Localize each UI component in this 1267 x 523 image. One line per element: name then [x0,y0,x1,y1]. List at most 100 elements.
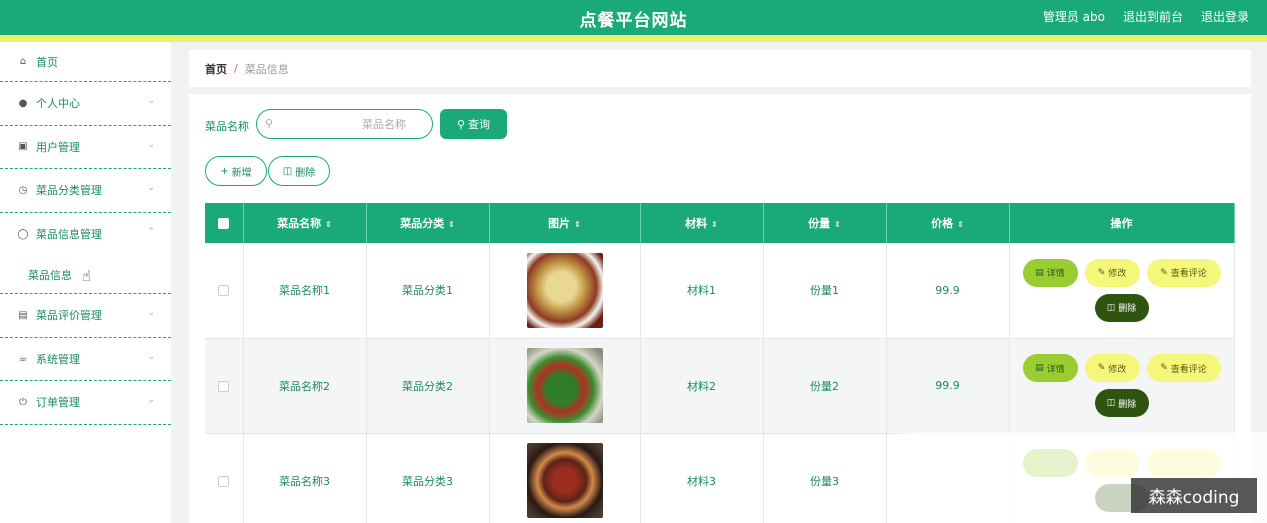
portion-cell: 份量3 [763,433,887,523]
header-links: 管理员 abo 退出到前台 退出登录 [1043,8,1249,25]
material-cell: 材料1 [640,243,764,339]
portion-cell: 份量1 [763,243,887,339]
search-button-label: 查询 [468,118,491,131]
front-page-link[interactable]: 退出到前台 [1123,8,1183,25]
sort-icon: ⇕ [711,220,718,229]
sidebar-subitem-label: 菜品信息 [28,268,72,282]
sidebar-item-label: 订单管理 [36,396,80,410]
dish-image [526,443,603,518]
breadcrumb-separator: / [234,62,238,75]
dish-image [526,252,603,328]
dish-category-cell: 菜品分类1 [366,243,490,339]
column-header: 操作 [1009,203,1235,243]
column-header[interactable]: 图片 ⇕ [489,203,641,243]
material-cell: 材料3 [640,433,764,523]
sidebar-item-home[interactable]: ⌂ 首页 [0,42,171,82]
bulk-delete-button[interactable]: ◫ 删除 [268,156,330,186]
sort-icon: ⇕ [574,220,581,229]
user-icon: ● [18,97,28,109]
detail-button[interactable]: ▤ 详情 [1022,354,1078,382]
trash-icon: ◫ [1106,302,1116,313]
row-checkbox[interactable] [218,285,230,297]
column-header[interactable]: 价格 ⇕ [886,203,1010,243]
dish-name-cell: 菜品名称1 [243,243,367,339]
monitor-icon: ▣ [18,141,28,153]
sidebar-item-dish-category[interactable]: ◷ 菜品分类管理 ⌄ [0,169,171,213]
column-header[interactable]: 菜品分类 ⇕ [366,203,490,243]
row-checkbox[interactable] [218,380,230,392]
column-header[interactable]: 材料 ⇕ [640,203,764,243]
edit-icon: ✎ [1160,363,1168,373]
price-cell: 99.9 [886,338,1010,434]
add-button-label: 新增 [231,167,252,179]
sidebar-item-label: 用户管理 [36,140,80,154]
trash-icon: ◫ [1106,398,1116,408]
sidebar: ⌂ 首页 ● 个人中心 ⌄ ▣ 用户管理 ⌄ ◷ 菜品分类管理 ⌄ ◯ 菜品信息… [0,42,171,523]
sort-icon: ⇕ [957,220,964,229]
edit-icon: ✎ [1097,267,1106,278]
chevron-down-icon: ⌄ [147,183,155,193]
portion-cell: 份量2 [763,338,887,434]
sidebar-subitem-dish-info[interactable]: 菜品信息 ☝ [0,256,171,294]
sidebar-item-label: 个人中心 [36,97,80,111]
breadcrumb-current: 菜品信息 [244,62,289,76]
delete-button[interactable]: ◫ 删除 [1094,389,1149,417]
breadcrumb: 首页 / 菜品信息 [189,50,1251,87]
sidebar-item-label: 首页 [36,55,58,69]
edit-icon: ✎ [1160,267,1168,278]
row-checkbox[interactable] [218,475,230,487]
tea-icon: ☕ [18,353,28,365]
detail-button[interactable]: ▤ 详情 [1022,258,1078,287]
sidebar-item-label: 系统管理 [36,352,80,366]
view-reviews-button[interactable]: ✎ 查看评论 [1146,258,1221,287]
edit-button[interactable]: ✎ 修改 [1084,258,1140,287]
document-icon: ▤ [1035,267,1044,278]
dish-name-cell: 菜品名称2 [243,338,367,434]
sidebar-item-orders[interactable]: ⏻ 订单管理 ⌄ [0,381,171,425]
chevron-down-icon: ⌄ [147,308,155,318]
chevron-down-icon: ⌄ [147,351,155,362]
chevron-down-icon: ⌄ [147,139,155,150]
home-icon: ⌂ [19,56,27,67]
sidebar-item-label: 菜品信息管理 [36,228,102,242]
add-button[interactable]: + 新增 [205,156,267,186]
sort-icon: ⇕ [834,220,841,229]
chevron-down-icon: ⌄ [147,96,155,106]
sidebar-item-label: 菜品分类管理 [36,184,102,198]
breadcrumb-home[interactable]: 首页 [205,61,227,77]
sidebar-item-dish-info[interactable]: ◯ 菜品信息管理 ⌃ [0,213,171,257]
dish-category-cell: 菜品分类2 [366,338,490,434]
sort-icon: ⇕ [448,220,455,229]
bulk-delete-label: 删除 [295,167,316,179]
sidebar-item-dish-review[interactable]: ▤ 菜品评价管理 ⌄ [0,294,171,338]
view-reviews-button[interactable]: ✎ 查看评论 [1146,354,1221,382]
sidebar-item-personal[interactable]: ● 个人中心 ⌄ [0,82,171,126]
search-label: 菜品名称 [205,120,249,133]
chevron-up-icon: ⌃ [147,226,155,237]
sidebar-item-system[interactable]: ☕ 系统管理 ⌄ [0,338,171,381]
trash-icon: ◫ [282,165,293,177]
watermark: 森森coding [1131,478,1257,513]
admin-label: 管理员 abo [1042,10,1105,24]
edit-button[interactable]: ✎ 修改 [1084,354,1140,382]
column-header[interactable]: 份量 ⇕ [763,203,887,243]
row-actions: ▤ 详情 ✎ 修改 ✎ 查看评论 ◫ 删除 [1017,354,1227,417]
select-all-checkbox[interactable] [218,218,230,229]
chevron-down-icon: ⌄ [147,395,155,405]
table-row: 菜品名称1 菜品分类1 材料1 份量1 99.9 ▤ 详情 ✎ 修改 ✎ 查看评论 ◫… [205,243,1235,339]
delete-button[interactable]: ◫ 删除 [1094,293,1149,322]
logout-link[interactable]: 退出登录 [1201,8,1249,25]
search-button[interactable]: ⚲ 查询 [440,109,507,139]
column-header[interactable]: 菜品名称 ⇕ [243,203,367,243]
select-all-cell[interactable] [205,203,244,243]
power-icon: ⏻ [19,396,27,408]
search-input[interactable] [281,114,426,134]
sort-icon: ⇕ [325,220,332,229]
sidebar-item-users[interactable]: ▣ 用户管理 ⌄ [0,126,171,169]
plus-icon: + [220,165,229,177]
dish-category-cell: 菜品分类3 [366,433,490,523]
row-actions: ▤ 详情 ✎ 修改 ✎ 查看评论 ◫ 删除 [1017,258,1227,322]
sidebar-item-label: 菜品评价管理 [36,309,102,323]
search-field[interactable]: ⚲ [256,109,433,139]
compass-icon: ◯ [17,228,29,240]
